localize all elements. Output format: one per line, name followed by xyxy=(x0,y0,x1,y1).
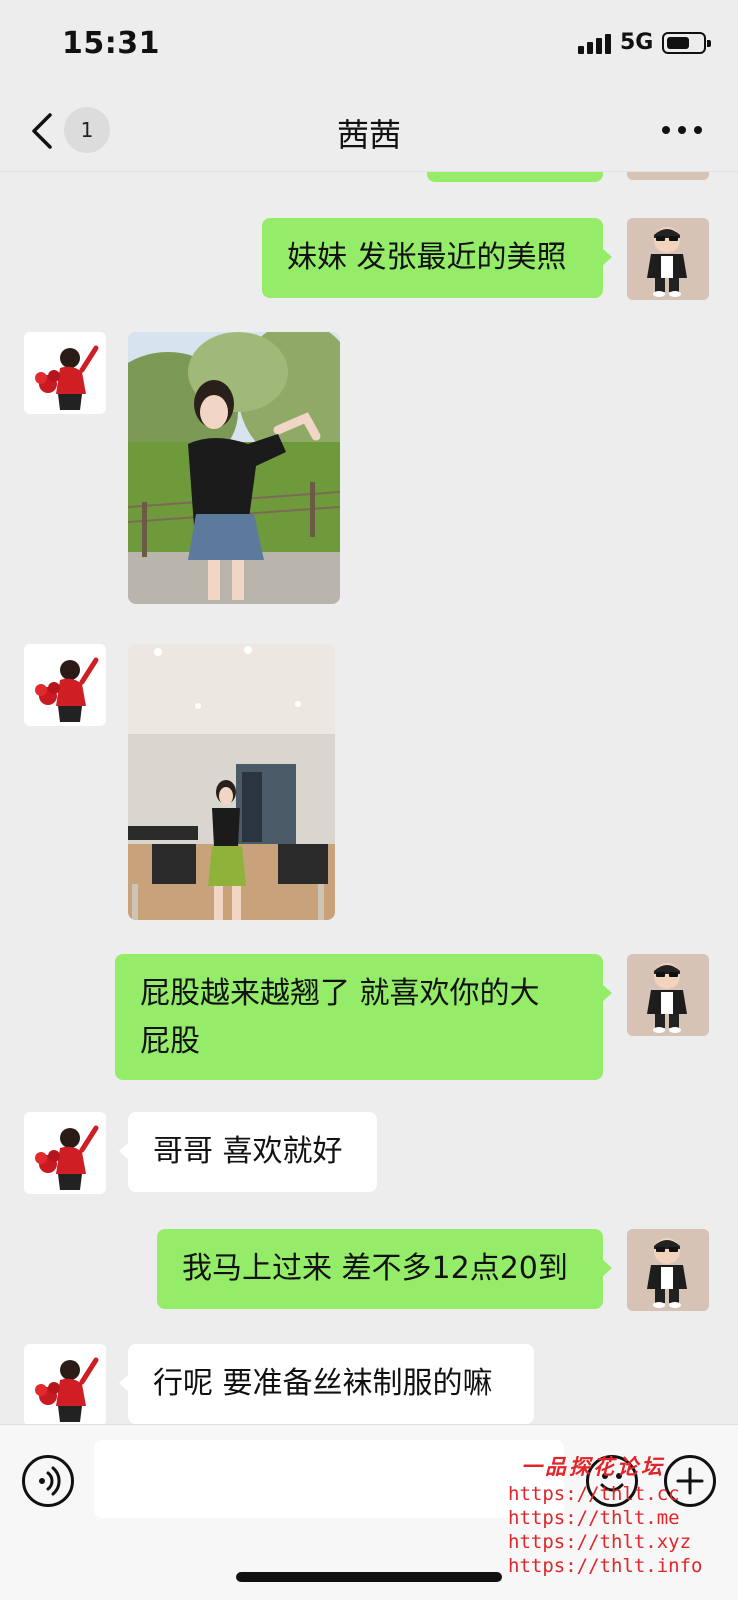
self-avatar-illustration-icon xyxy=(627,1229,709,1311)
chat-header: 茜茜 1 xyxy=(0,90,738,172)
chat-title: 茜茜 xyxy=(336,116,401,154)
watermark-title: 一品探花论坛 xyxy=(521,1454,665,1479)
image-message[interactable] xyxy=(128,644,335,920)
contact-avatar-illustration-icon xyxy=(24,644,106,726)
avatar-self[interactable] xyxy=(627,954,709,1036)
network-type: 5G xyxy=(620,30,654,55)
message-bubble-contact[interactable]: 行呢 要准备丝袜制服的嘛 xyxy=(119,1344,534,1424)
message-bubble-contact[interactable]: 哥哥 喜欢就好 xyxy=(119,1112,377,1192)
message-text-line: 屁股 xyxy=(140,1024,200,1059)
message-bubble-self[interactable]: 我马上过来 差不多12点20到 xyxy=(157,1229,612,1309)
watermark-url: https://thlt.cc xyxy=(508,1483,680,1505)
avatar-contact[interactable] xyxy=(24,1112,106,1194)
avatar-self[interactable] xyxy=(627,218,709,300)
avatar-contact[interactable] xyxy=(24,644,106,726)
avatar-self[interactable] xyxy=(627,1229,709,1311)
photo-gym xyxy=(128,644,335,920)
message-bubble-self[interactable]: 妹妹 发张最近的美照 xyxy=(262,218,612,298)
image-message[interactable] xyxy=(128,332,340,604)
message-text: 行呢 要准备丝袜制服的嘛 xyxy=(153,1366,493,1401)
contact-avatar-illustration-icon xyxy=(24,1344,106,1424)
voice-icon[interactable] xyxy=(22,1455,74,1507)
signal-icon xyxy=(578,34,612,54)
self-avatar-illustration-icon xyxy=(627,954,709,1036)
message-text: 我马上过来 差不多12点20到 xyxy=(182,1251,568,1286)
watermark-url: https://thlt.me xyxy=(508,1507,680,1529)
battery-icon xyxy=(662,32,711,54)
contact-avatar-illustration-icon xyxy=(24,332,106,414)
self-avatar-illustration-icon xyxy=(627,172,709,180)
status-time: 15:31 xyxy=(62,26,160,61)
voice-wave-icon xyxy=(39,1466,61,1496)
back-icon[interactable] xyxy=(28,112,58,150)
message-text-line: 屁股越来越翘了 就喜欢你的大 xyxy=(140,976,540,1011)
watermark-url: https://thlt.info xyxy=(508,1555,703,1577)
message-bubble-self[interactable]: 屁股越来越翘了 就喜欢你的大 屁股 xyxy=(115,954,612,1080)
message-input[interactable] xyxy=(94,1440,564,1518)
watermark: 一品探花论坛 https://thlt.cc https://thlt.me h… xyxy=(508,1452,703,1578)
avatar-contact[interactable] xyxy=(24,1344,106,1424)
watermark-url: https://thlt.xyz xyxy=(508,1531,692,1553)
message-list[interactable]: 妹妹 发张最近的美照 屁股越来越翘了 就喜欢你的大 屁股 哥哥 喜欢就好 我马上… xyxy=(0,172,738,1424)
status-bar: 15:31 5G xyxy=(0,0,738,90)
avatar-self[interactable] xyxy=(627,172,709,180)
message-text: 哥哥 喜欢就好 xyxy=(153,1134,343,1169)
photo-park xyxy=(128,332,340,604)
message-text: 妹妹 发张最近的美照 xyxy=(287,240,567,275)
message-bubble-cut[interactable] xyxy=(427,172,603,182)
contact-avatar-illustration-icon xyxy=(24,1112,106,1194)
avatar-contact[interactable] xyxy=(24,332,106,414)
unread-count-badge[interactable]: 1 xyxy=(64,107,110,153)
self-avatar-illustration-icon xyxy=(627,218,709,300)
more-icon[interactable] xyxy=(662,126,702,136)
home-indicator[interactable] xyxy=(236,1572,502,1582)
